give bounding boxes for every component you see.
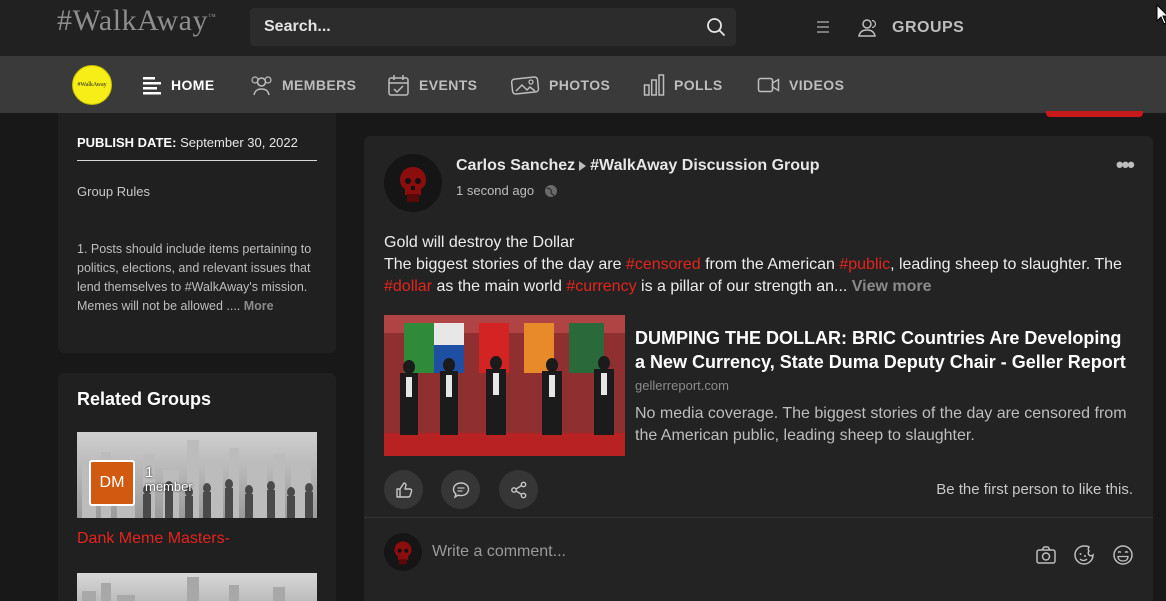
group-rules-body: 1. Posts should include items pertaining… (77, 242, 312, 313)
view-more-link[interactable]: View more (852, 278, 932, 295)
logo-text: #WalkAway (57, 4, 208, 37)
member-count: 1 member (145, 464, 193, 494)
group-badge[interactable]: #WalkAway (72, 65, 112, 105)
members-icon (251, 76, 272, 96)
post-meta: 1 second ago (456, 183, 558, 198)
related-groups-card: Related Groups DM 1 member Dank Meme Mas… (58, 373, 336, 601)
leaders-photo (384, 315, 625, 456)
link-preview-title[interactable]: DUMPING THE DOLLAR: BRIC Countries Are D… (635, 326, 1135, 374)
related-group-cover-2[interactable] (77, 573, 317, 601)
calendar-icon (388, 74, 409, 96)
emoji-icon[interactable] (1112, 544, 1134, 566)
tab-members[interactable]: MEMBERS (250, 72, 356, 98)
post-options-icon[interactable]: ••• (1116, 152, 1135, 178)
hashtag-link[interactable]: #public (839, 256, 890, 273)
tab-photos[interactable]: PHOTOS (510, 72, 610, 98)
post-text-segment: from the American (700, 256, 840, 273)
hashtag-link[interactable]: #currency (566, 278, 636, 295)
comment-bubble-icon (452, 481, 469, 498)
groups-icon (858, 19, 877, 37)
share-button[interactable] (499, 470, 538, 509)
post-divider (364, 517, 1153, 518)
skull-avatar-icon (384, 533, 422, 571)
group-name-link[interactable]: #WalkAway Discussion Group (590, 157, 819, 175)
member-count-number: 1 (145, 464, 154, 481)
groups-link[interactable]: GROUPS (856, 15, 964, 41)
search-input[interactable]: Search... (250, 8, 736, 46)
tab-videos[interactable]: VIDEOS (757, 72, 844, 98)
group-rules-text: 1. Posts should include items pertaining… (77, 240, 323, 316)
globe-icon (545, 184, 558, 197)
member-count-label: member (145, 479, 193, 494)
triangle-right-icon (579, 161, 587, 171)
post-headline: Gold will destroy the Dollar (384, 234, 575, 251)
polls-icon (643, 74, 665, 96)
tab-home[interactable]: HOME (142, 72, 215, 98)
publish-date-label: PUBLISH DATE: (77, 135, 177, 150)
group-initials-avatar[interactable]: DM (89, 460, 135, 506)
group-badge-text: #WalkAway (77, 82, 107, 88)
comment-button[interactable] (441, 470, 480, 509)
link-preview-image[interactable] (384, 315, 625, 456)
publish-date-value: September 30, 2022 (180, 135, 298, 150)
post-text-segment: The biggest stories of the day are (384, 256, 626, 273)
group-info-card: PUBLISH DATE: September 30, 2022 Group R… (58, 113, 336, 353)
tab-polls-label: POLLS (674, 77, 723, 93)
logo-tm: ™ (207, 12, 217, 21)
related-groups-title: Related Groups (77, 389, 212, 409)
share-icon (510, 481, 526, 498)
related-group-cover[interactable]: DM 1 member (77, 432, 317, 518)
group-nav-bar: #WalkAway HOME MEMBERS EVENTS PHOTOS POL… (0, 56, 1166, 113)
like-button[interactable] (384, 470, 423, 509)
rules-more-link[interactable]: More (244, 299, 274, 313)
thumbs-up-icon (395, 481, 412, 498)
publish-date: PUBLISH DATE: September 30, 2022 (77, 135, 298, 150)
post-text-segment: as the main world (432, 278, 567, 295)
commenter-avatar (384, 533, 422, 571)
action-button-edge[interactable] (1046, 111, 1143, 117)
camera-icon[interactable] (1035, 544, 1057, 566)
tab-events[interactable]: EVENTS (387, 72, 477, 98)
likes-summary: Be the first person to like this. (936, 481, 1133, 498)
post-paragraph: The biggest stories of the day are #cens… (384, 254, 1144, 298)
post-time[interactable]: 1 second ago (456, 183, 534, 198)
group-rules-title: Group Rules (77, 184, 150, 199)
hashtag-link[interactable]: #dollar (384, 278, 432, 295)
post-text-segment: is a pillar of our strength an... (636, 278, 848, 295)
cityscape-image (82, 577, 285, 601)
tab-videos-label: VIDEOS (789, 77, 845, 93)
mouse-cursor-icon (1156, 4, 1166, 25)
comment-input[interactable]: Write a comment... (432, 543, 566, 561)
author-name-link[interactable]: Carlos Sanchez (456, 157, 575, 175)
tab-photos-label: PHOTOS (549, 77, 611, 93)
related-group-name-link[interactable]: Dank Meme Masters- (77, 530, 230, 548)
post-card: Carlos Sanchez #WalkAway Discussion Grou… (364, 136, 1153, 601)
search-placeholder: Search... (264, 18, 331, 35)
divider (77, 160, 317, 161)
tab-home-label: HOME (171, 77, 215, 93)
author-avatar[interactable] (384, 154, 442, 212)
search-icon[interactable] (706, 17, 726, 37)
home-lines-icon (143, 77, 161, 95)
top-bar: #WalkAway™ Search... GROUPS (0, 0, 1166, 56)
tab-events-label: EVENTS (419, 77, 478, 93)
post-author-line: Carlos Sanchez #WalkAway Discussion Grou… (456, 157, 820, 175)
site-logo[interactable]: #WalkAway™ (57, 4, 216, 38)
post-body: Gold will destroy the Dollar The biggest… (384, 232, 1144, 298)
menu-icon[interactable] (815, 20, 831, 34)
groups-label: GROUPS (892, 19, 965, 36)
video-icon (757, 77, 780, 93)
link-preview-domain: gellerreport.com (635, 378, 729, 393)
post-text-segment: , leading sheep to slaughter. The (890, 256, 1122, 273)
photos-icon (510, 76, 540, 95)
skull-avatar-icon (384, 154, 442, 212)
tab-polls[interactable]: POLLS (643, 72, 723, 98)
hashtag-link[interactable]: #censored (626, 256, 701, 273)
tab-members-label: MEMBERS (282, 77, 357, 93)
link-preview-description: No media coverage. The biggest stories o… (635, 405, 1127, 444)
sticker-icon[interactable] (1073, 544, 1095, 566)
